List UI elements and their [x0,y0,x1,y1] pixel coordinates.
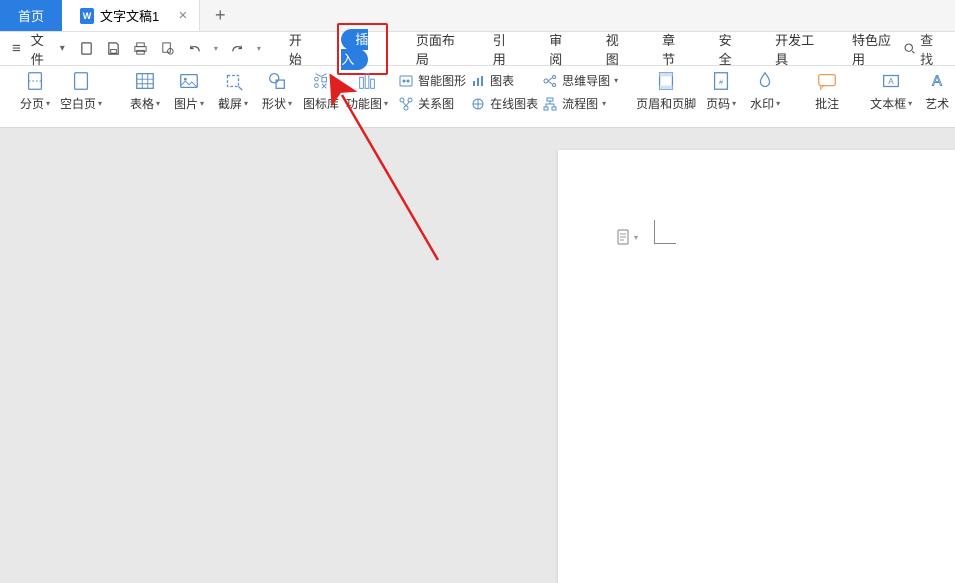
online-chart-icon [470,96,486,112]
comment-button[interactable]: 批注 [808,70,846,112]
shapes-button[interactable]: 形状▾ [258,70,296,112]
watermark-brand: 系统之家 [825,547,949,577]
document-icon: W [80,8,94,24]
page-number-button[interactable]: # 页码▾ [702,70,740,112]
hamburger-icon[interactable]: ≡ [12,40,21,57]
search-icon [903,41,916,56]
svg-text:A: A [932,74,942,90]
online-chart-button[interactable]: 在线图表 [470,95,538,112]
print-preview-icon[interactable] [160,41,175,56]
undo-chevron[interactable]: ▾ [214,44,218,53]
menu-left: ≡ 文件 ▾ ▾ ▾ [12,30,261,68]
menu-tab-review[interactable]: 审阅 [541,26,577,72]
header-footer-icon [655,70,677,92]
menu-tab-start[interactable]: 开始 [281,26,317,72]
chart-button[interactable]: 图表 [470,72,538,89]
plus-icon: + [215,5,226,26]
ribbon-insert: 分页▾ 空白页▾ 表格▾ 图片▾ 截屏▾ 形状▾ 图标库 [0,66,955,128]
document-page[interactable]: ▾ [558,150,955,583]
svg-text:A: A [888,77,894,86]
text-box-icon: A [880,70,902,92]
highlight-annotation: 插入 [337,23,388,75]
print-icon[interactable] [133,41,148,56]
page-break-button[interactable]: 分页▾ [16,70,54,112]
quick-access-toolbar: ▾ ▾ [79,41,261,56]
menu-tab-view[interactable]: 视图 [598,26,634,72]
comment-icon [816,70,838,92]
menu-tab-page-layout[interactable]: 页面布局 [408,26,465,72]
function-chart-button[interactable]: 功能图▾ [346,70,388,112]
svg-text:#: # [719,78,724,87]
page-break-icon [24,70,46,92]
header-footer-button[interactable]: 页眉和页脚 [636,70,696,112]
flow-chart-icon [542,96,558,112]
chart-icon [470,73,486,89]
blank-page-button[interactable]: 空白页▾ [60,70,102,112]
search-button[interactable]: 查找 [903,30,943,68]
relation-chart-button[interactable]: 关系图 [398,95,466,112]
undo-icon[interactable] [187,41,202,56]
flow-chart-button[interactable]: 流程图▾ [542,95,618,112]
file-menu-chevron: ▾ [60,43,65,54]
menu-bar: ≡ 文件 ▾ ▾ ▾ 开始 插入 页面布局 引用 审阅 视图 章节 安全 开发工… [0,32,955,66]
blank-page-icon [70,70,92,92]
icon-library-icon [310,70,332,92]
watermark-text: 系统之家 [861,552,949,575]
picture-icon [178,70,200,92]
tab-home[interactable]: 首页 [0,0,62,31]
tab-close-icon[interactable]: × [178,7,187,24]
menu-tab-devtools[interactable]: 开发工具 [767,26,824,72]
tab-new[interactable]: + [200,0,240,31]
picture-button[interactable]: 图片▾ [170,70,208,112]
tab-home-label: 首页 [18,6,44,25]
menu-tab-reference[interactable]: 引用 [485,26,521,72]
screenshot-icon [222,70,244,92]
relation-icon [398,96,414,112]
redo-icon[interactable] [230,41,245,56]
table-icon [134,70,156,92]
word-art-button[interactable]: A 艺术 [918,70,955,112]
menu-tab-featured[interactable]: 特色应用 [844,26,901,72]
icon-library-button[interactable]: 图标库 [302,70,340,112]
new-doc-icon[interactable] [79,41,94,56]
function-chart-icon [356,70,378,92]
tab-document-label: 文字文稿1 [100,6,159,25]
page-content-start: ▾ [616,228,638,246]
document-canvas[interactable]: ▾ [0,128,955,583]
cursor-margin-indicator [654,220,676,244]
search-label: 查找 [920,30,943,68]
watermark-icon [754,70,776,92]
watermark-button[interactable]: 水印▾ [746,70,784,112]
page-number-icon: # [710,70,732,92]
mind-map-icon [542,73,558,89]
qat-more-chevron[interactable]: ▾ [257,44,261,53]
save-icon[interactable] [106,41,121,56]
smart-art-button[interactable]: 智能图形 [398,72,466,89]
shapes-icon [266,70,288,92]
smart-art-icon [398,73,414,89]
watermark-logo-icon [825,547,855,577]
screenshot-button[interactable]: 截屏▾ [214,70,252,112]
menu-tab-insert[interactable]: 插入 [341,29,368,70]
paragraph-options-icon[interactable]: ▾ [616,228,638,246]
tab-document[interactable]: W 文字文稿1 × [62,0,200,31]
menu-tabs: 开始 插入 页面布局 引用 审阅 视图 章节 安全 开发工具 特色应用 [281,23,901,75]
menu-tab-chapter[interactable]: 章节 [654,26,690,72]
mind-map-button[interactable]: 思维导图▾ [542,72,618,89]
word-art-icon: A [926,70,948,92]
file-menu[interactable]: 文件 [31,30,44,68]
table-button[interactable]: 表格▾ [126,70,164,112]
menu-tab-security[interactable]: 安全 [711,26,747,72]
text-box-button[interactable]: A 文本框▾ [870,70,912,112]
